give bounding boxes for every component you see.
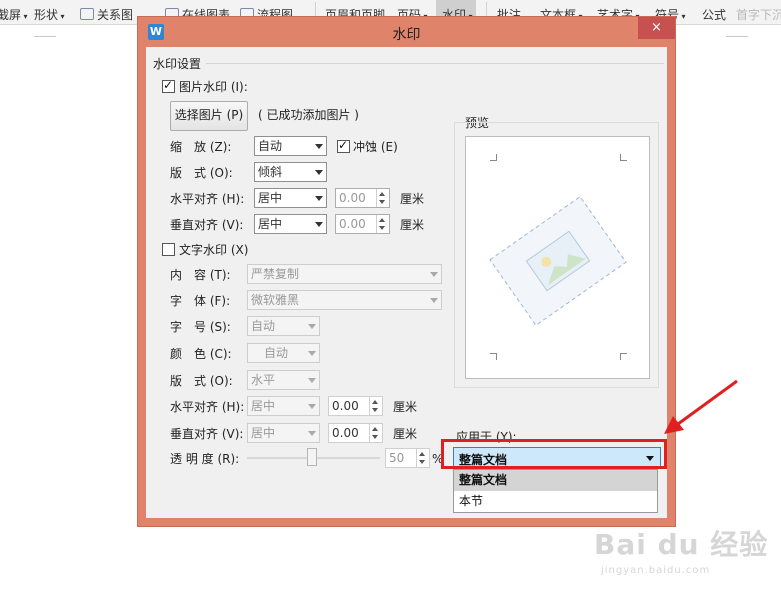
picture-halign-offset[interactable]: 0.00 — [335, 188, 390, 208]
spin-down-icon[interactable] — [372, 408, 378, 412]
picture-valign-unit: 厘米 — [400, 218, 425, 232]
scale-select[interactable]: 自动 — [254, 136, 327, 156]
picture-layout-label: 版 式 (O): — [170, 166, 233, 180]
preview-page — [465, 136, 650, 379]
apply-option-this-section[interactable]: 本节 — [454, 491, 657, 512]
text-halign-unit: 厘米 — [393, 400, 418, 414]
picture-valign-select[interactable]: 居中 — [254, 214, 327, 234]
transparency-label: 透 明 度 (R): — [170, 452, 240, 466]
spin-up-icon[interactable] — [372, 400, 378, 404]
highlight-annotation-box — [441, 439, 667, 469]
washout-label: 冲蚀 (E) — [353, 140, 398, 154]
spin-down-icon[interactable] — [372, 435, 378, 439]
transparency-slider-thumb[interactable] — [307, 448, 317, 466]
apply-option-whole-document[interactable]: 整篇文档 — [454, 470, 657, 491]
text-halign-select[interactable]: 居中 — [247, 396, 320, 416]
text-halign-label: 水平对齐 (H): — [170, 400, 245, 414]
text-valign-unit: 厘米 — [393, 427, 418, 441]
text-layout-select[interactable]: 水平 — [247, 370, 320, 390]
chevron-down-icon — [308, 378, 316, 383]
chevron-down-icon — [315, 222, 323, 227]
chevron-down-icon — [308, 431, 316, 436]
chevron-down-icon — [430, 298, 438, 303]
font-select[interactable]: 微软雅黑 — [247, 290, 442, 310]
text-valign-label: 垂直对齐 (V): — [170, 427, 244, 441]
baidu-jingyan-logo: Bai du 经验 — [594, 528, 769, 561]
apply-to-dropdown-list: 整篇文档 本节 — [453, 469, 658, 513]
text-halign-offset[interactable]: 0.00 — [328, 396, 383, 416]
chevron-down-icon — [315, 170, 323, 175]
chevron-down-icon — [315, 144, 323, 149]
section-title: 水印设置 — [153, 57, 202, 71]
chevron-down-icon — [430, 272, 438, 277]
picture-halign-select[interactable]: 居中 — [254, 188, 327, 208]
color-select[interactable]: 自动 — [247, 343, 320, 363]
font-label: 字 体 (F): — [170, 294, 231, 308]
spin-down-icon[interactable] — [379, 226, 385, 230]
size-select[interactable]: 自动 — [247, 316, 320, 336]
picture-layout-select[interactable]: 倾斜 — [254, 162, 327, 182]
select-picture-button[interactable]: 选择图片 (P) — [170, 101, 248, 131]
text-watermark-label: 文字水印 (X) — [179, 243, 249, 257]
spin-down-icon[interactable] — [379, 200, 385, 204]
preview-watermark-image — [489, 195, 627, 327]
content-select[interactable]: 严禁复制 — [247, 264, 442, 284]
spin-down-icon[interactable] — [419, 460, 425, 464]
picture-watermark-checkbox[interactable] — [162, 78, 175, 93]
scale-label: 缩 放 (Z): — [170, 140, 232, 154]
washout-checkbox[interactable] — [337, 138, 350, 153]
color-label: 颜 色 (C): — [170, 347, 232, 361]
chevron-down-icon — [308, 351, 316, 356]
chevron-down-icon — [315, 196, 323, 201]
transparency-input[interactable]: 50 — [385, 448, 430, 468]
text-valign-offset[interactable]: 0.00 — [328, 423, 383, 443]
picture-valign-label: 垂直对齐 (V): — [170, 218, 244, 232]
chevron-down-icon — [308, 404, 316, 409]
picture-halign-unit: 厘米 — [400, 192, 425, 206]
watermark-url: jingyan.baidu.com — [601, 565, 711, 576]
size-label: 字 号 (S): — [170, 320, 231, 334]
picture-valign-offset[interactable]: 0.00 — [335, 214, 390, 234]
text-watermark-checkbox[interactable] — [162, 243, 175, 256]
spin-up-icon[interactable] — [372, 427, 378, 431]
spin-up-icon[interactable] — [419, 452, 425, 456]
content-label: 内 容 (T): — [170, 268, 231, 282]
picture-halign-label: 水平对齐 (H): — [170, 192, 245, 206]
chevron-down-icon — [308, 324, 316, 329]
picture-status-text: ( 已成功添加图片 ) — [258, 108, 359, 122]
text-layout-label: 版 式 (O): — [170, 374, 233, 388]
spin-up-icon[interactable] — [379, 218, 385, 222]
spin-up-icon[interactable] — [379, 192, 385, 196]
picture-watermark-label: 图片水印 (I): — [179, 80, 248, 94]
text-valign-select[interactable]: 居中 — [247, 423, 320, 443]
